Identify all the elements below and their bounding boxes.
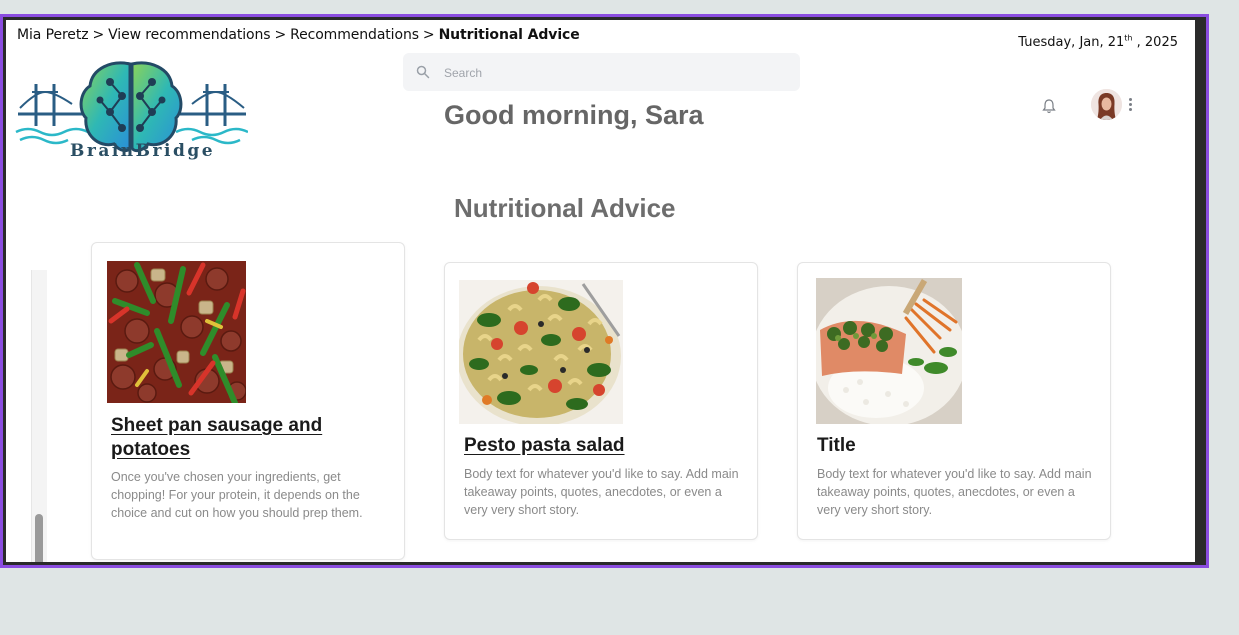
date-year: , 2025 [1132, 35, 1178, 50]
app-frame: Mia Peretz > View recommendations > Recommen… [0, 14, 1209, 568]
kebab-menu-icon[interactable] [1129, 98, 1133, 112]
search-bar[interactable]: Search [403, 53, 800, 91]
recommendation-card[interactable]: Title Body text for whatever you'd like … [797, 262, 1111, 540]
app-screen: Mia Peretz > View recommendations > Recommen… [6, 20, 1195, 562]
current-date: Tuesday, Jan, 21th , 2025 [1018, 33, 1178, 50]
section-title: Nutritional Advice [454, 193, 676, 223]
bell-icon[interactable] [1042, 98, 1056, 114]
breadcrumb-item-view-recommendations[interactable]: View recommendations [108, 27, 270, 43]
card-body-text: Body text for whatever you'd like to say… [464, 467, 739, 517]
breadcrumb-item-user[interactable]: Mia Peretz [17, 27, 89, 43]
sheet-pan-sausage-photo [107, 261, 246, 403]
breadcrumb-item-recommendations[interactable]: Recommendations [290, 27, 419, 43]
avatar[interactable] [1091, 89, 1122, 120]
breadcrumb-separator: > [422, 27, 435, 43]
date-main: Tuesday, Jan, 21 [1018, 35, 1125, 50]
breadcrumb-separator: > [92, 27, 105, 43]
user-photo-icon [1091, 89, 1122, 120]
card-title-link[interactable]: Sheet pan sausage and potatoes [111, 414, 351, 462]
recommendation-card[interactable]: Sheet pan sausage and potatoes Once you'… [91, 242, 405, 560]
breadcrumb-separator: > [274, 27, 287, 43]
card-body-text: Body text for whatever you'd like to say… [817, 467, 1092, 517]
breadcrumb-current: Nutritional Advice [438, 27, 580, 43]
breadcrumb: Mia Peretz > View recommendations > Recommen… [17, 27, 580, 43]
card-body-text: Once you've chosen your ingredients, get… [111, 470, 363, 520]
date-ordinal: th [1124, 33, 1133, 43]
logo-wordmark: BrainBridge [70, 141, 216, 161]
salmon-rice-photo [816, 278, 962, 424]
search-icon [416, 65, 430, 79]
scrollbar-thumb[interactable] [35, 514, 43, 562]
card-title[interactable]: Title [817, 434, 1057, 458]
search-input[interactable]: Search [444, 66, 482, 80]
recommendation-card[interactable]: Pesto pasta salad Body text for whatever… [444, 262, 758, 540]
pesto-pasta-photo [459, 280, 623, 424]
greeting-heading: Good morning, Sara [444, 100, 704, 130]
card-title-link[interactable]: Pesto pasta salad [464, 434, 704, 458]
